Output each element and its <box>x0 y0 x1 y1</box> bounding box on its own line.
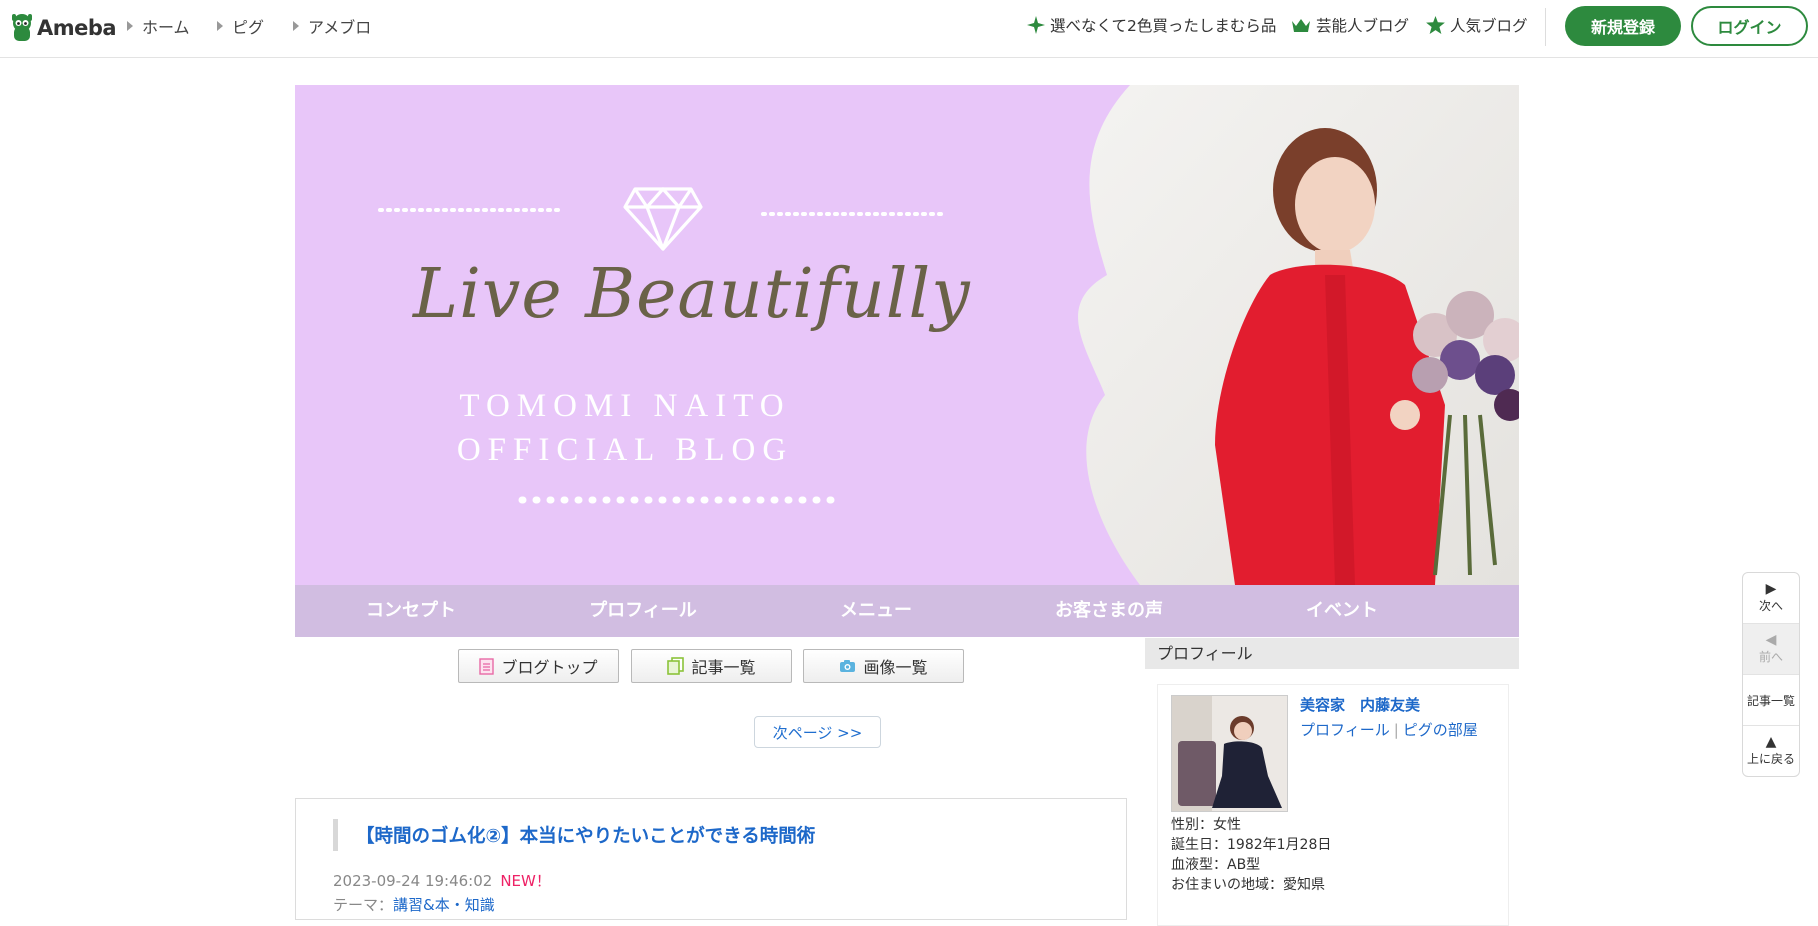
celebrity-blog-label: 芸能人ブログ <box>1316 17 1410 35</box>
ameba-mascot-icon <box>12 14 32 41</box>
profile-gender: 性別：女性 <box>1171 817 1241 833</box>
profile-birthday: 誕生日：1982年1月28日 <box>1171 837 1332 853</box>
profile-blood-type: 血液型：AB型 <box>1171 857 1261 873</box>
ameba-logo[interactable]: Ameba <box>9 12 117 44</box>
top-label: 上に戻る <box>1746 752 1795 766</box>
triangle-up-icon: ▲ <box>1765 734 1777 750</box>
floating-pager: ▶ 次へ ◀ 前へ 記事一覧 ▲ 上に戻る <box>1742 572 1800 777</box>
sparkle-icon <box>1027 16 1045 34</box>
pigg-room-link[interactable]: ピグの部屋 <box>1403 721 1478 739</box>
nav-customer-voice[interactable]: お客さまの声 <box>1009 585 1209 637</box>
star-icon <box>1426 16 1445 34</box>
theme-label: テーマ： <box>333 896 394 914</box>
article-date: 2023-09-24 19:46:02 <box>333 872 493 890</box>
article-meta: 2023-09-24 19:46:02 NEW！ <box>333 870 551 891</box>
image-list-label: 画像一覧 <box>863 658 928 677</box>
camera-icon <box>840 660 856 672</box>
breadcrumb-ameblo[interactable]: アメブロ <box>293 14 371 38</box>
article-title-link[interactable]: 【時間のゴム化②】本当にやりたいことができる時間術 <box>356 822 815 848</box>
theme-link[interactable]: 講習&本・知識 <box>393 896 495 914</box>
banner-subtitle-line2: OFFICIAL BLOG <box>456 432 794 468</box>
breadcrumb-label: ピグ <box>232 18 265 37</box>
play-right-icon: ▶ <box>1765 581 1777 597</box>
profile-photo <box>1172 696 1287 811</box>
next-label: 次へ <box>1758 599 1783 613</box>
triangle-right-icon <box>127 21 133 31</box>
float-article-list-button[interactable]: 記事一覧 <box>1743 675 1799 726</box>
triangle-right-icon <box>293 21 299 31</box>
trending-topic-link[interactable]: 選べなくて2色買ったしまむら品 <box>1027 14 1276 36</box>
top-header: Ameba ホーム ピグ アメブロ 選べなくて2色買ったしまむら品 芸能人ブログ… <box>0 0 1818 58</box>
triangle-right-icon <box>217 21 223 31</box>
diamond-icon <box>623 187 703 251</box>
article-card: 【時間のゴム化②】本当にやりたいことができる時間術 2023-09-24 19:… <box>295 798 1127 920</box>
list-label: 記事一覧 <box>1746 693 1795 708</box>
profile-region: お住まいの地域：愛知県 <box>1171 877 1325 893</box>
logo-text: Ameba <box>37 16 117 40</box>
celebrity-blog-link[interactable]: 芸能人ブログ <box>1291 14 1409 36</box>
nav-event[interactable]: イベント <box>1242 585 1442 637</box>
new-badge: NEW！ <box>500 872 551 890</box>
document-icon <box>479 657 495 675</box>
next-article-button[interactable]: ▶ 次へ <box>1743 573 1799 624</box>
article-list-label: 記事一覧 <box>691 658 756 677</box>
popular-blog-link[interactable]: 人気ブログ <box>1426 14 1528 36</box>
profile-link[interactable]: プロフィール <box>1300 721 1390 739</box>
banner-script-title: Live Beautifully <box>413 255 971 334</box>
nav-menu[interactable]: メニュー <box>776 585 976 637</box>
breadcrumb-pigg[interactable]: ピグ <box>217 14 264 38</box>
prev-label: 前へ <box>1758 650 1783 664</box>
header-divider <box>1545 8 1546 46</box>
article-list-button[interactable]: 記事一覧 <box>631 649 792 683</box>
crown-icon <box>1292 19 1310 32</box>
breadcrumb-label: ホーム <box>142 18 190 37</box>
nav-concept[interactable]: コンセプト <box>311 585 511 637</box>
register-button[interactable]: 新規登録 <box>1565 6 1681 46</box>
trending-topic-label: 選べなくて2色買ったしまむら品 <box>1050 17 1277 35</box>
back-to-top-button[interactable]: ▲ 上に戻る <box>1743 726 1799 776</box>
title-accent-bar <box>333 819 338 851</box>
breadcrumb-home[interactable]: ホーム <box>127 14 190 38</box>
banner-subtitle-line1: TOMOMI NAITO <box>459 388 791 424</box>
nav-profile[interactable]: プロフィール <box>543 585 743 637</box>
global-nav: コンセプト プロフィール メニュー お客さまの声 イベント <box>295 585 1519 637</box>
login-button[interactable]: ログイン <box>1691 6 1808 46</box>
copy-pages-icon <box>667 657 685 675</box>
play-left-icon: ◀ <box>1765 632 1777 648</box>
profile-name-link[interactable]: 美容家 内藤友美 <box>1300 694 1420 715</box>
prev-article-button[interactable]: ◀ 前へ <box>1743 624 1799 675</box>
blog-header-banner[interactable]: Live Beautifully TOMOMI NAITO OFFICIAL B… <box>295 85 1519 585</box>
blog-top-button[interactable]: ブログトップ <box>458 649 619 683</box>
profile-avatar[interactable] <box>1171 695 1288 812</box>
profile-card: 美容家 内藤友美 プロフィール | ピグの部屋 性別：女性 誕生日：1982年1月2… <box>1157 684 1509 926</box>
breadcrumb-label: アメブロ <box>308 18 372 37</box>
next-page-link[interactable]: 次ページ >> <box>754 716 881 748</box>
image-list-button[interactable]: 画像一覧 <box>803 649 964 683</box>
profile-links: プロフィール | ピグの部屋 <box>1300 719 1478 740</box>
link-separator: | <box>1393 721 1399 739</box>
popular-blog-label: 人気ブログ <box>1450 17 1528 35</box>
sidebar-profile-heading: プロフィール <box>1145 638 1519 669</box>
blog-top-label: ブログトップ <box>501 658 598 677</box>
